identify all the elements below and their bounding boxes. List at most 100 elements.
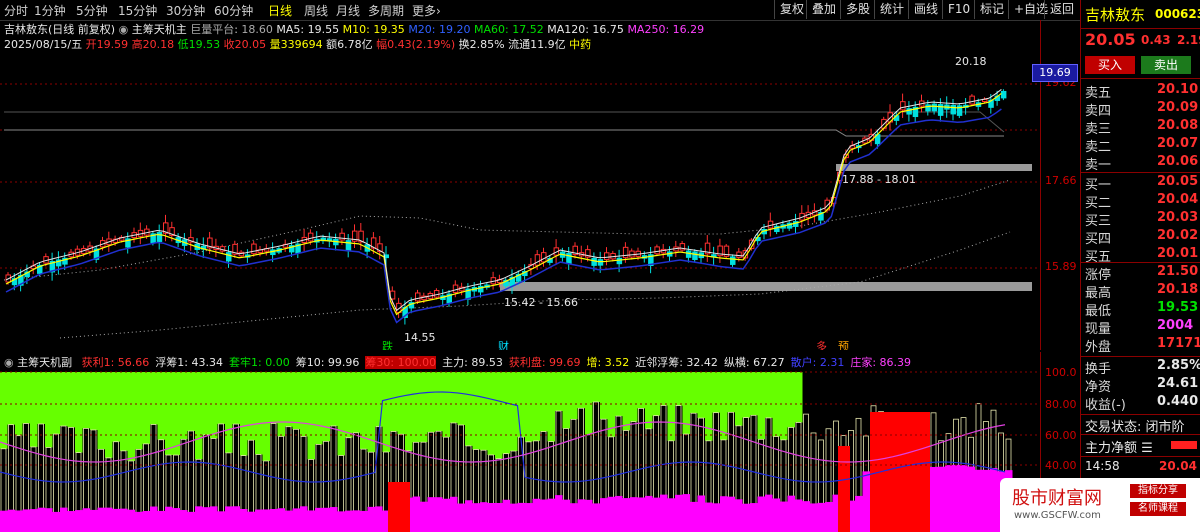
- period-30min[interactable]: 30分钟: [166, 2, 205, 19]
- banker-bar: [862, 471, 870, 532]
- candlestick-chart[interactable]: 20.18 14.55 17.88 - 18.01 15.42 - 15.66 …: [0, 20, 1040, 350]
- banker-bar: [592, 503, 600, 532]
- banker-bar: [150, 506, 158, 532]
- period-monthly[interactable]: 月线: [336, 2, 360, 19]
- period-15min[interactable]: 15分钟: [118, 2, 157, 19]
- buy-button[interactable]: 买入: [1085, 56, 1135, 74]
- banker-bar: [502, 499, 510, 532]
- quote-change: 0.43: [1141, 33, 1171, 47]
- quote-value: 20.06: [1157, 154, 1199, 169]
- chip-green-bar: [690, 372, 698, 414]
- bids-row[interactable]: 买二 20.04: [1081, 192, 1200, 211]
- bids-row[interactable]: 买四 20.02: [1081, 228, 1200, 247]
- asks-row[interactable]: 卖三 20.08: [1081, 118, 1200, 137]
- tool-mark[interactable]: 标记: [974, 0, 1009, 19]
- banker-bar: [300, 506, 308, 532]
- chip-distribution-chart[interactable]: [0, 352, 1040, 532]
- stats-row[interactable]: 最高 20.18: [1081, 282, 1200, 301]
- tool-f10[interactable]: F10: [942, 0, 975, 19]
- banker-bar: [652, 497, 660, 532]
- chip-green-bar: [502, 372, 510, 454]
- stats2-row[interactable]: 换手 2.85%: [1081, 358, 1200, 377]
- tool-draw[interactable]: 画线: [908, 0, 943, 19]
- period-multi[interactable]: 多周期: [368, 2, 404, 19]
- stats-row[interactable]: 现量 2004: [1081, 318, 1200, 337]
- sell-button[interactable]: 卖出: [1141, 56, 1191, 74]
- candle-body: [1000, 90, 1007, 99]
- period-weekly[interactable]: 周线: [304, 2, 328, 19]
- quote-pct: 2.19: [1177, 33, 1200, 47]
- banker-bar: [990, 467, 998, 532]
- chip-green-bar: [330, 372, 338, 426]
- chip-green-bar: [232, 372, 240, 425]
- banker-bar: [750, 503, 758, 532]
- period-5min[interactable]: 5分钟: [76, 2, 108, 19]
- banker-bar: [570, 503, 578, 532]
- period-1min[interactable]: 1分钟: [34, 2, 66, 19]
- chip-green-bar: [345, 372, 353, 438]
- period-60min[interactable]: 60分钟: [214, 2, 253, 19]
- banker-bar: [180, 510, 188, 532]
- stats-row[interactable]: 外盘 171718: [1081, 336, 1200, 355]
- tool-fuquan[interactable]: 复权: [774, 0, 809, 19]
- chip-green-bar: [585, 372, 593, 435]
- asks-row[interactable]: 卖四 20.09: [1081, 100, 1200, 119]
- chevron-right-icon: ›: [436, 4, 441, 18]
- chip-green-bar: [262, 372, 270, 461]
- banker-bar: [487, 503, 495, 532]
- banker-bar: [165, 506, 173, 532]
- period-daily[interactable]: 日线: [268, 2, 292, 19]
- quote-value: 20.05: [1157, 174, 1199, 189]
- chip-green-bar: [322, 372, 330, 442]
- tool-stats[interactable]: 统计: [874, 0, 909, 19]
- tool-overlay[interactable]: 叠加: [806, 0, 841, 19]
- candle-body: [692, 251, 698, 260]
- quote-label: 最高: [1085, 286, 1112, 301]
- candle-body: [730, 256, 736, 265]
- stats-row[interactable]: 涨停 21.50: [1081, 264, 1200, 283]
- banker-bar: [727, 496, 735, 532]
- chip-green-bar: [427, 372, 435, 433]
- banker-bar: [682, 494, 690, 532]
- candle-body: [969, 95, 975, 105]
- tool-multistock[interactable]: 多股: [840, 0, 875, 19]
- asks-row[interactable]: 卖五 20.10: [1081, 82, 1200, 101]
- chip-green-bar: [82, 372, 90, 429]
- banker-bar: [37, 507, 45, 532]
- banker-bar: [352, 510, 360, 532]
- chip-green-bar: [532, 372, 540, 441]
- candle-body: [251, 243, 257, 255]
- chip-green-bar: [795, 372, 803, 423]
- chip-green-bar: [705, 372, 713, 441]
- tool-back[interactable]: 返回: [1044, 0, 1079, 19]
- quote-value: 20.04: [1157, 192, 1199, 207]
- bids-row[interactable]: 买一 20.05: [1081, 174, 1200, 193]
- period-fenshi[interactable]: 分时: [4, 2, 28, 19]
- quote-label: 换手: [1085, 362, 1112, 377]
- sub-tick: 60.00: [1045, 429, 1077, 442]
- chip-green-bar: [435, 372, 443, 432]
- banker-bar: [75, 510, 83, 532]
- chip-green-bar: [480, 372, 488, 451]
- chip-green-bar: [105, 372, 113, 458]
- chip-green-bar: [382, 372, 390, 453]
- chip-green-bar: [172, 372, 180, 456]
- chip-green-bar: [960, 372, 968, 418]
- banker-bar: [630, 497, 638, 532]
- period-more[interactable]: 更多›: [412, 2, 441, 19]
- banker-bar: [22, 509, 30, 532]
- quote-value: 20.08: [1157, 118, 1199, 133]
- stats2-row[interactable]: 净资 24.61: [1081, 376, 1200, 395]
- stats2-row[interactable]: 收益(-) 0.440: [1081, 394, 1200, 413]
- asks-row[interactable]: 卖一 20.06: [1081, 154, 1200, 173]
- main-net-label[interactable]: 主力净额 ☰: [1085, 437, 1153, 456]
- banker-bar: [135, 511, 143, 532]
- banker-bar: [817, 502, 825, 532]
- chip-green-bar: [630, 372, 638, 422]
- chip-green-bar: [22, 372, 30, 424]
- stats-row[interactable]: 最低 19.53: [1081, 300, 1200, 319]
- banker-bar: [547, 498, 555, 532]
- chip-green-bar: [660, 372, 668, 406]
- asks-row[interactable]: 卖二 20.07: [1081, 136, 1200, 155]
- bids-row[interactable]: 买三 20.03: [1081, 210, 1200, 229]
